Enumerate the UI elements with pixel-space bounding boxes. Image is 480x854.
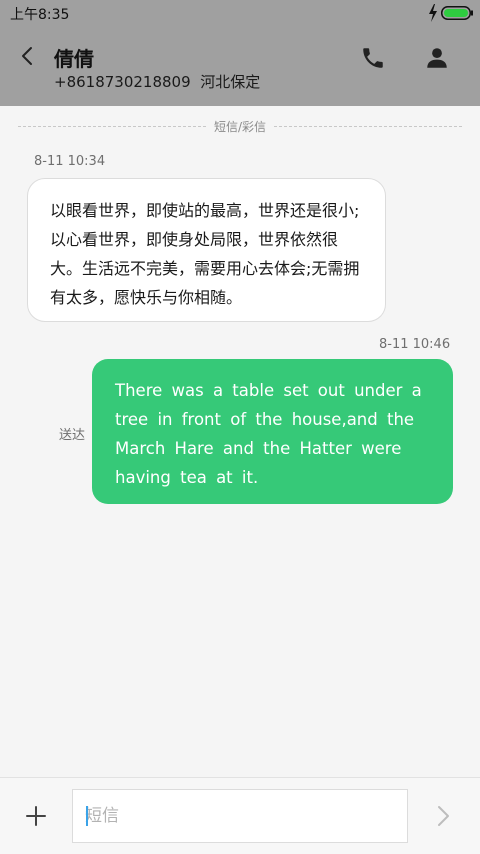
status-time: 上午8:35 — [10, 7, 70, 23]
divider-line-right — [274, 126, 462, 127]
conversation-header: 倩倩 +8618730218809 河北保定 — [0, 28, 480, 106]
outgoing-message-timestamp: 8-11 10:46 — [379, 337, 451, 352]
incoming-message-bubble[interactable]: 以眼看世界，即使站的最高，世界还是很小;以心看世界，即使身处局限，世界依然很大。… — [27, 178, 386, 322]
charging-bolt-icon — [429, 4, 437, 22]
send-chevron-icon[interactable] — [432, 803, 456, 829]
outgoing-message-bubble[interactable]: There was a table set out under a tree i… — [92, 359, 453, 504]
contact-location: 河北保定 — [200, 73, 261, 91]
back-arrow-icon[interactable] — [14, 42, 42, 70]
divider-line-left — [18, 126, 206, 127]
delivery-status: 送达 — [59, 428, 86, 443]
phone-icon[interactable] — [360, 45, 386, 71]
contact-person-icon[interactable] — [424, 45, 450, 71]
divider-label: 短信/彩信 — [213, 120, 267, 134]
incoming-message-timestamp: 8-11 10:34 — [34, 154, 106, 169]
composer-bar — [0, 777, 480, 854]
text-caret — [86, 806, 88, 826]
contact-number: +8618730218809 — [54, 73, 191, 91]
contact-details: +8618730218809 河北保定 — [54, 71, 260, 92]
message-type-divider: 短信/彩信 — [0, 117, 480, 135]
plus-icon[interactable] — [22, 802, 50, 830]
message-input[interactable] — [72, 789, 408, 843]
status-bar: 上午8:35 — [0, 0, 480, 28]
battery-full-icon — [441, 6, 473, 20]
contact-name: 倩倩 — [54, 47, 94, 71]
